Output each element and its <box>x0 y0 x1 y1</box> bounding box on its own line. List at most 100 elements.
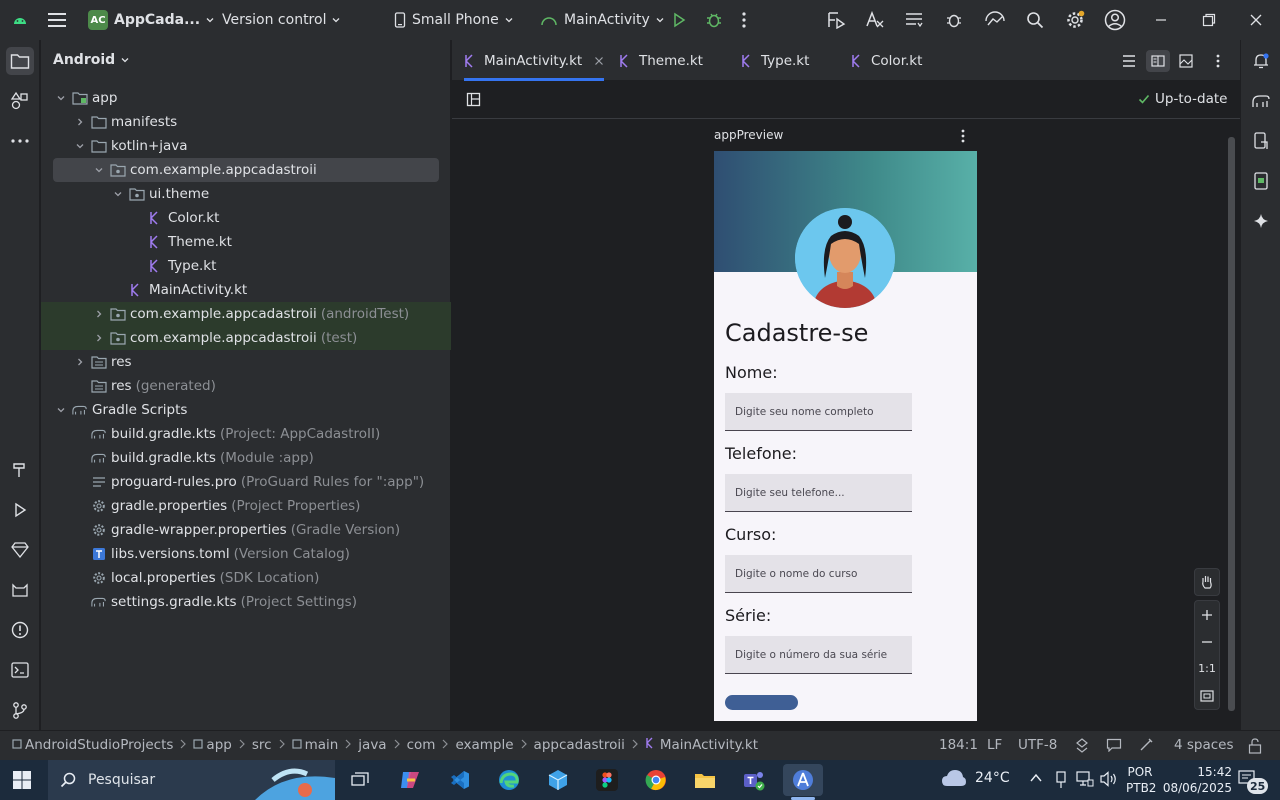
tree-item[interactable]: kotlin+java <box>41 134 451 158</box>
run-button[interactable] <box>671 0 687 40</box>
more-actions-button[interactable] <box>742 0 746 40</box>
copilot-app[interactable] <box>390 764 430 796</box>
zoom-fit-button[interactable] <box>1195 682 1219 709</box>
tree-item[interactable]: Theme.kt <box>41 230 451 254</box>
start-button[interactable] <box>2 764 42 796</box>
3d-app[interactable] <box>538 764 578 796</box>
project-tool-button[interactable] <box>6 47 34 75</box>
show-hidden-icons[interactable] <box>1030 772 1042 787</box>
breadcrumb-item[interactable]: src <box>252 737 272 753</box>
project-switcher[interactable]: AC AppCada... <box>88 0 214 40</box>
preview-options-button[interactable] <box>961 129 965 147</box>
notifications-button[interactable] <box>1247 47 1275 75</box>
breadcrumb-item[interactable]: appcadastroii <box>534 737 625 753</box>
profiler-button[interactable] <box>984 0 1006 40</box>
grade-input[interactable]: Digite o número da sua série <box>725 636 912 674</box>
input-language[interactable]: POR PTB2 <box>1126 764 1156 796</box>
teams-app[interactable] <box>734 764 774 796</box>
chevron-down-icon[interactable] <box>72 138 88 154</box>
breadcrumb-item[interactable]: java <box>358 737 386 753</box>
tab-type[interactable]: Type.kt <box>741 40 809 81</box>
gradle-button[interactable] <box>1247 87 1275 115</box>
zoom-reset-button[interactable]: 1:1 <box>1195 655 1219 682</box>
restore-button[interactable] <box>1202 0 1216 40</box>
main-menu-button[interactable] <box>48 0 66 40</box>
chrome-app[interactable] <box>636 764 676 796</box>
task-view-button[interactable] <box>340 764 380 796</box>
logcat-button[interactable] <box>905 0 923 40</box>
gemini-button[interactable] <box>1247 207 1275 235</box>
search-everywhere-button[interactable] <box>1026 0 1044 40</box>
running-devices-button[interactable] <box>1247 167 1275 195</box>
debug-button[interactable] <box>705 0 723 40</box>
pan-mode-button[interactable] <box>1194 568 1220 596</box>
tree-item[interactable]: settings.gradle.kts (Project Settings) <box>41 590 451 614</box>
volume-tray-icon[interactable] <box>1100 771 1118 791</box>
app-quality-button[interactable] <box>6 536 34 564</box>
vertical-scrollbar[interactable] <box>1228 137 1235 711</box>
file-explorer-app[interactable] <box>685 764 725 796</box>
course-input[interactable]: Digite o nome do curso <box>725 555 912 593</box>
tree-item[interactable]: app <box>41 86 451 110</box>
tab-options-button[interactable] <box>1216 40 1220 81</box>
tree-item[interactable]: MainActivity.kt <box>41 278 451 302</box>
caret-position[interactable]: 184:1 <box>939 737 978 753</box>
chevron-right-icon[interactable] <box>91 330 107 346</box>
breadcrumb-item[interactable]: AndroidStudioProjects <box>12 737 173 753</box>
tree-item[interactable]: ui.theme <box>41 182 451 206</box>
chevron-down-icon[interactable] <box>53 402 69 418</box>
logcat-tool-button[interactable] <box>6 576 34 604</box>
phone-input[interactable]: Digite seu telefone... <box>725 474 912 512</box>
design-view-button[interactable] <box>1179 40 1193 81</box>
file-encoding[interactable]: UTF-8 <box>1018 737 1057 753</box>
device-selector[interactable]: Small Phone <box>394 0 513 40</box>
minimize-button[interactable] <box>1154 0 1168 40</box>
chevron-down-icon[interactable] <box>53 90 69 106</box>
zoom-in-button[interactable] <box>1195 601 1219 628</box>
build-tool-button[interactable] <box>6 456 34 484</box>
vcs-menu[interactable]: Version control <box>222 0 340 40</box>
resource-manager-button[interactable] <box>6 87 34 115</box>
chevron-right-icon[interactable] <box>91 306 107 322</box>
settings-button[interactable] <box>1065 0 1085 40</box>
clock[interactable]: 15:42 08/06/2025 <box>1162 764 1232 796</box>
tree-item[interactable]: libs.versions.toml (Version Catalog) <box>41 542 451 566</box>
tree-item[interactable]: gradle.properties (Project Properties) <box>41 494 451 518</box>
taskbar-search[interactable]: Pesquisar <box>48 760 335 800</box>
tree-item[interactable]: com.example.appcadastroii (androidTest) <box>41 302 451 326</box>
tree-item[interactable]: Gradle Scripts <box>41 398 451 422</box>
line-separator[interactable]: LF <box>987 737 1002 753</box>
tree-item[interactable]: manifests <box>41 110 451 134</box>
tree-item[interactable]: com.example.appcadastroii (test) <box>41 326 451 350</box>
name-input[interactable]: Digite seu nome completo <box>725 393 912 431</box>
breadcrumb-item[interactable]: com <box>407 737 436 753</box>
tree-item[interactable]: gradle-wrapper.properties (Gradle Version… <box>41 518 451 542</box>
inspections-button[interactable] <box>1075 738 1089 758</box>
zoom-out-button[interactable] <box>1195 628 1219 655</box>
edge-app[interactable] <box>489 764 529 796</box>
tree-item[interactable]: Type.kt <box>41 254 451 278</box>
preview-layout-button[interactable] <box>466 92 482 112</box>
code-view-button[interactable] <box>1122 40 1136 81</box>
run-config-selector[interactable]: MainActivity <box>540 0 664 40</box>
figma-app[interactable] <box>587 764 627 796</box>
weather-widget[interactable]: 24°C <box>941 768 1010 788</box>
usb-tray-icon[interactable] <box>1054 771 1068 793</box>
tab-color[interactable]: Color.kt <box>851 40 922 81</box>
git-tool-button[interactable] <box>6 696 34 724</box>
comment-button[interactable] <box>1106 738 1122 756</box>
breadcrumb-item[interactable]: main <box>291 737 338 753</box>
breadcrumb-item[interactable]: app <box>193 737 232 753</box>
device-manager-button[interactable] <box>1247 127 1275 155</box>
chevron-down-icon[interactable] <box>110 186 126 202</box>
network-tray-icon[interactable] <box>1076 771 1094 791</box>
tree-item[interactable]: Color.kt <box>41 206 451 230</box>
tree-item[interactable]: build.gradle.kts (Module :app) <box>41 446 451 470</box>
tree-item[interactable]: com.example.appcadastroii <box>53 158 439 182</box>
tab-theme[interactable]: Theme.kt <box>619 40 703 81</box>
chevron-right-icon[interactable] <box>72 354 88 370</box>
submit-button[interactable] <box>725 695 798 710</box>
apply-changes-button[interactable] <box>826 0 846 40</box>
android-studio-app[interactable] <box>783 764 823 796</box>
tree-item[interactable]: res <box>41 350 451 374</box>
